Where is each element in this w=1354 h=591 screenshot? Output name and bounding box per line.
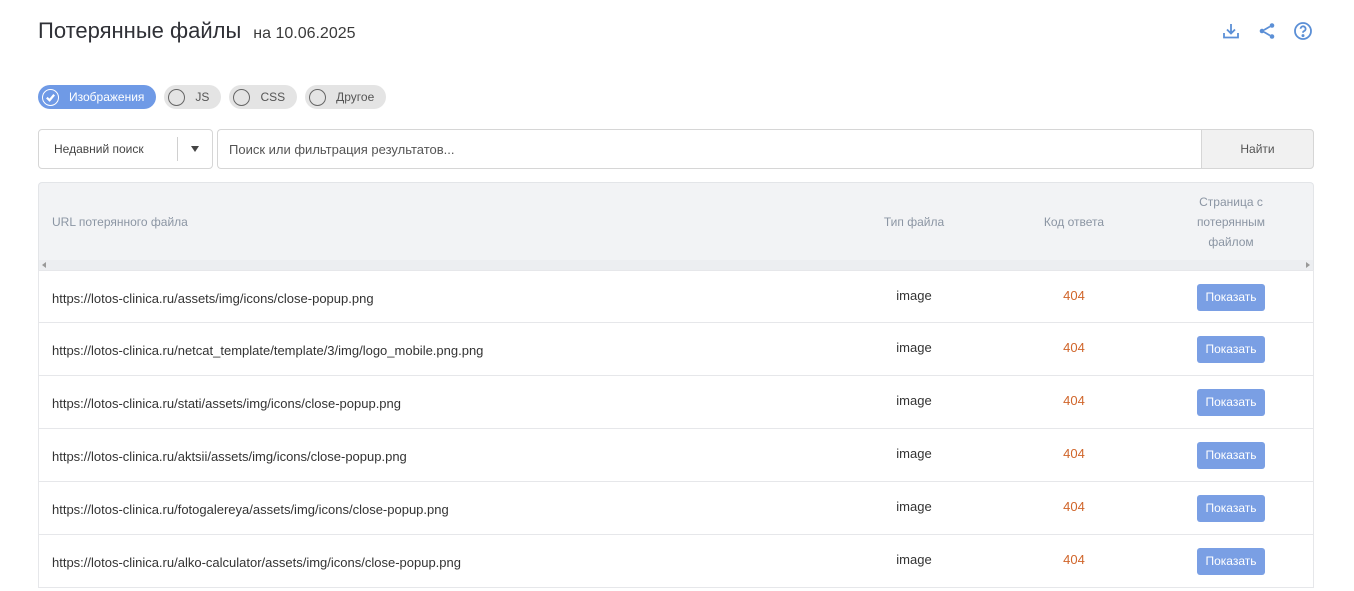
show-button[interactable]: Показать <box>1197 441 1265 469</box>
column-header-type: Тип файла <box>883 215 945 229</box>
table-row: https://lotos-clinica.ru/netcat_template… <box>38 323 1314 376</box>
column-header-url: URL потерянного файла <box>52 215 188 229</box>
find-button[interactable]: Найти <box>1201 129 1314 169</box>
download-icon[interactable] <box>1220 20 1242 42</box>
response-code: 404 <box>1063 445 1085 461</box>
radio-icon <box>233 88 251 106</box>
file-url: https://lotos-clinica.ru/aktsii/assets/i… <box>52 448 407 464</box>
horizontal-scrollbar[interactable] <box>39 260 1313 270</box>
search-bar: Недавний поиск Найти <box>38 129 1314 169</box>
radio-icon <box>309 88 327 106</box>
header-actions <box>1220 20 1314 42</box>
table-row: https://lotos-clinica.ru/fotogalereya/as… <box>38 482 1314 535</box>
filter-other[interactable]: Другое <box>305 85 387 109</box>
show-button[interactable]: Показать <box>1197 335 1265 363</box>
table-row: https://lotos-clinica.ru/alko-calculator… <box>38 535 1314 588</box>
scroll-left-icon[interactable] <box>42 262 46 268</box>
filter-css[interactable]: CSS <box>229 85 298 109</box>
page-title: Потерянные файлы <box>38 18 242 43</box>
response-code: 404 <box>1063 287 1085 303</box>
page-header: Потерянные файлы на 10.06.2025 <box>38 18 356 44</box>
filter-label: Изображения <box>69 90 145 104</box>
page-cell: Показать <box>1181 271 1281 323</box>
filter-label: JS <box>195 90 210 104</box>
report-date: на 10.06.2025 <box>253 25 356 42</box>
show-button[interactable]: Показать <box>1197 494 1265 522</box>
filter-js[interactable]: JS <box>164 85 222 109</box>
file-url: https://lotos-clinica.ru/alko-calculator… <box>52 554 461 570</box>
table-row: https://lotos-clinica.ru/stati/assets/im… <box>38 376 1314 429</box>
column-header-code: Код ответа <box>1043 215 1105 229</box>
column-header-page: Страница с потерянным файлом <box>1196 195 1266 249</box>
file-type-filters: Изображения JS CSS Другое <box>38 85 387 109</box>
file-type: image <box>896 445 932 461</box>
file-url: https://lotos-clinica.ru/netcat_template… <box>52 342 484 358</box>
response-code: 404 <box>1063 339 1085 355</box>
response-code: 404 <box>1063 392 1085 408</box>
help-icon[interactable] <box>1292 20 1314 42</box>
file-type: image <box>896 551 932 567</box>
table-body: https://lotos-clinica.ru/assets/img/icon… <box>38 270 1314 588</box>
table-header: URL потерянного файла Тип файла Код отве… <box>38 182 1314 270</box>
table-row: https://lotos-clinica.ru/aktsii/assets/i… <box>38 429 1314 482</box>
page-cell: Показать <box>1181 376 1281 428</box>
filter-label: Другое <box>336 90 375 104</box>
search-input[interactable] <box>217 129 1201 169</box>
filter-label: CSS <box>260 90 286 104</box>
file-url: https://lotos-clinica.ru/stati/assets/im… <box>52 395 402 411</box>
file-type: image <box>896 339 932 355</box>
table-row: https://lotos-clinica.ru/assets/img/icon… <box>38 270 1314 323</box>
file-type: image <box>896 392 932 408</box>
recent-search-dropdown[interactable]: Недавний поиск <box>38 129 213 169</box>
filter-images[interactable]: Изображения <box>38 85 157 109</box>
page-cell: Показать <box>1181 482 1281 534</box>
file-url: https://lotos-clinica.ru/fotogalereya/as… <box>52 501 449 517</box>
check-icon <box>42 88 59 106</box>
lost-files-table: URL потерянного файла Тип файла Код отве… <box>38 182 1314 588</box>
file-url: https://lotos-clinica.ru/assets/img/icon… <box>52 290 374 306</box>
file-type: image <box>896 287 932 303</box>
page-cell: Показать <box>1181 323 1281 375</box>
chevron-down-icon[interactable] <box>178 146 212 152</box>
file-type: image <box>896 498 932 514</box>
response-code: 404 <box>1063 498 1085 514</box>
response-code: 404 <box>1063 551 1085 567</box>
show-button[interactable]: Показать <box>1197 547 1265 575</box>
scroll-right-icon[interactable] <box>1306 262 1310 268</box>
radio-icon <box>168 88 186 106</box>
page-cell: Показать <box>1181 535 1281 587</box>
page-cell: Показать <box>1181 429 1281 481</box>
share-icon[interactable] <box>1256 20 1278 42</box>
recent-search-label: Недавний поиск <box>54 142 144 156</box>
show-button[interactable]: Показать <box>1197 283 1265 311</box>
show-button[interactable]: Показать <box>1197 388 1265 416</box>
